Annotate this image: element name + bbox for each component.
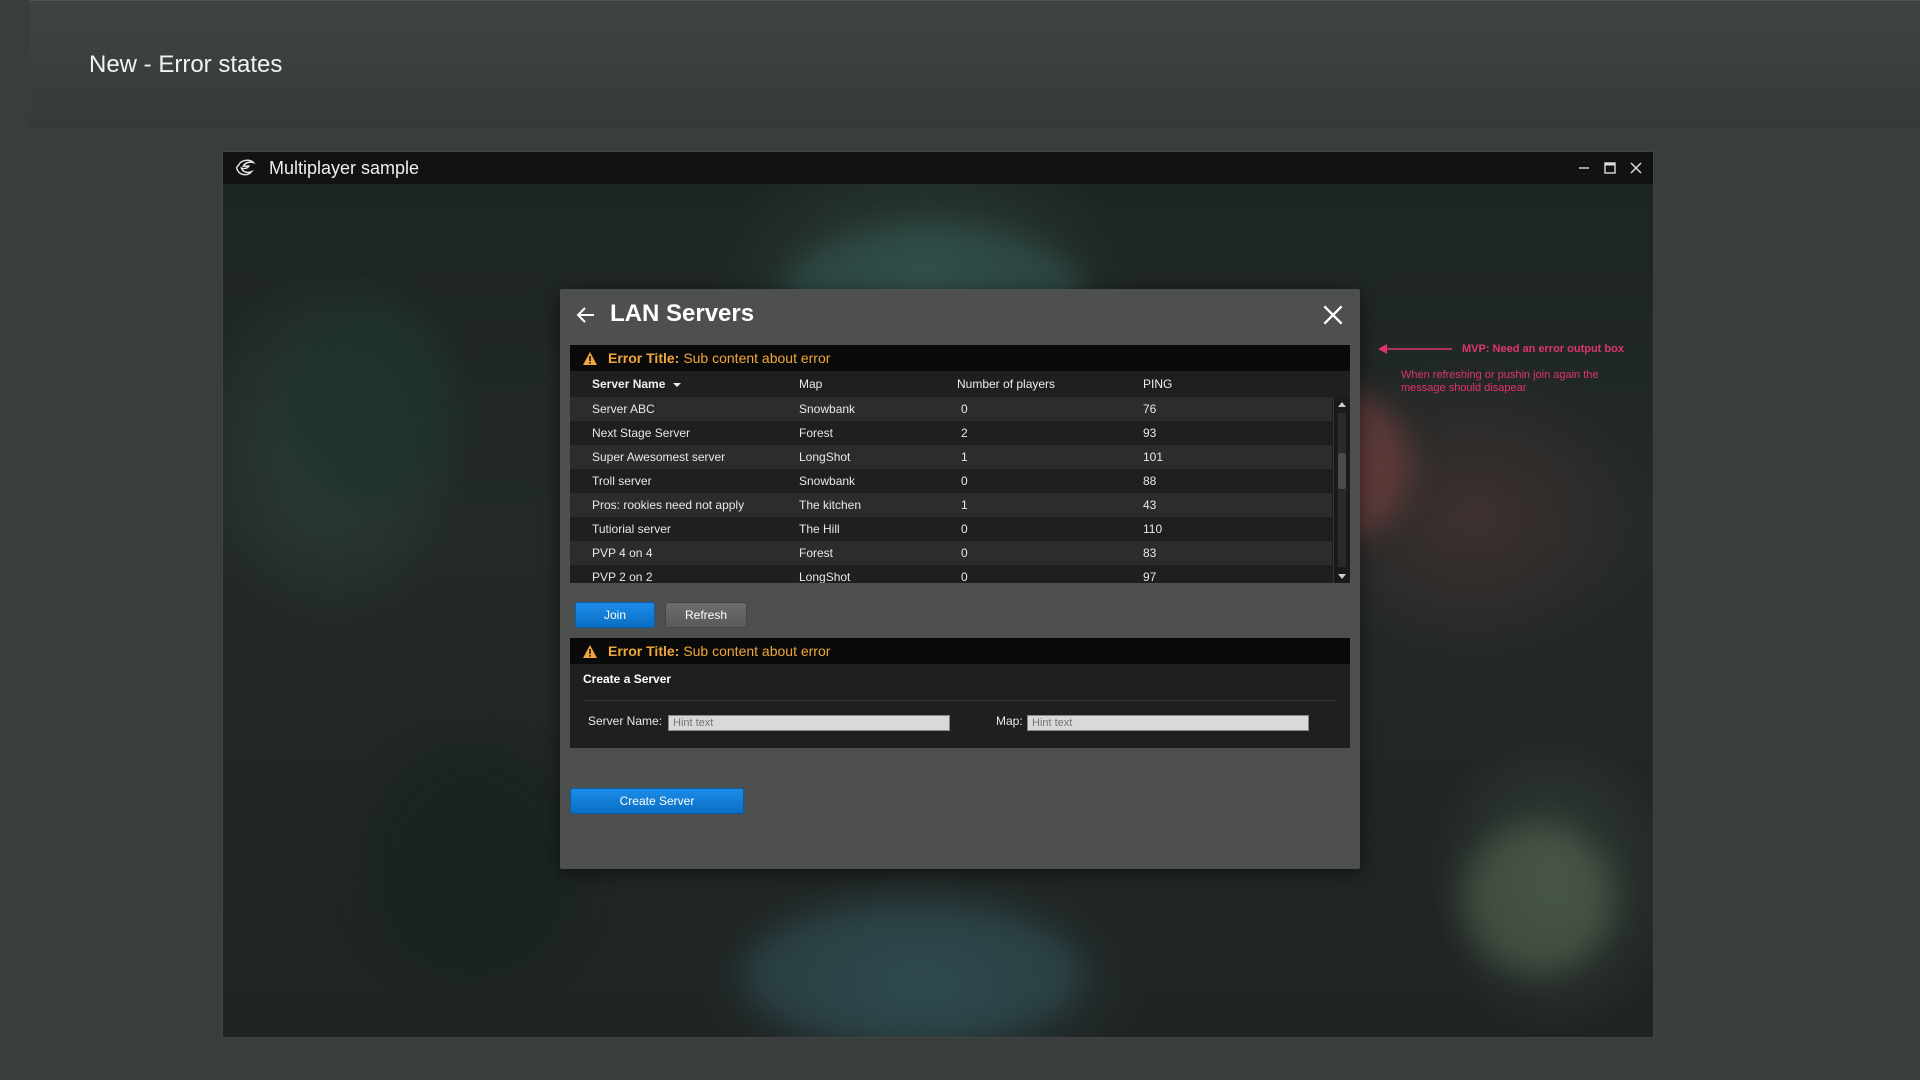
cell-server-name: Troll server xyxy=(592,474,652,488)
cell-players: 0 xyxy=(961,522,968,536)
table-row[interactable]: Super Awesomest server LongShot 1 101 xyxy=(570,445,1332,469)
cell-map: Forest xyxy=(799,546,834,560)
server-name-label: Server Name: xyxy=(588,714,663,728)
cell-players: 0 xyxy=(961,402,968,416)
server-list-error-box: Error Title: Sub content about error xyxy=(570,345,1350,373)
cell-players: 1 xyxy=(961,498,968,512)
cell-ping: 93 xyxy=(1143,426,1157,440)
background-plant xyxy=(1463,824,1613,974)
cell-map: The Hill xyxy=(799,522,840,536)
cell-map: LongShot xyxy=(799,570,851,583)
arrow-left-icon[interactable] xyxy=(574,303,598,327)
window-title: Multiplayer sample xyxy=(269,157,420,178)
column-header-players[interactable]: Number of players xyxy=(957,371,1055,397)
page-title: New - Error states xyxy=(89,51,283,78)
sort-down-icon xyxy=(672,383,681,387)
cell-map: LongShot xyxy=(799,450,851,464)
table-row[interactable]: Next Stage Server Forest 2 93 xyxy=(570,421,1332,445)
cell-server-name: Tutiorial server xyxy=(592,522,671,536)
cell-players: 0 xyxy=(961,570,968,583)
table-row[interactable]: Tutiorial server The Hill 0 110 xyxy=(570,517,1332,541)
error-message: Sub content about error xyxy=(683,643,831,659)
create-server-button[interactable]: Create Server xyxy=(570,788,744,814)
design-annotation: MVP: Need an error output box When refre… xyxy=(1378,340,1638,410)
server-name-input[interactable] xyxy=(668,715,950,731)
table-row[interactable]: Pros: rookies need not apply The kitchen… xyxy=(570,493,1332,517)
cell-ping: 83 xyxy=(1143,546,1157,560)
cell-ping: 43 xyxy=(1143,498,1157,512)
cell-players: 0 xyxy=(961,474,968,488)
join-button[interactable]: Join xyxy=(575,602,655,628)
cell-ping: 88 xyxy=(1143,474,1157,488)
map-input[interactable] xyxy=(1027,715,1309,731)
cell-ping: 97 xyxy=(1143,570,1157,583)
error-title: Error Title: xyxy=(608,350,680,366)
table-scrollbar[interactable] xyxy=(1333,397,1350,583)
dialog-title: LAN Servers xyxy=(610,300,755,327)
game-logo-icon xyxy=(236,159,256,176)
annotation-title: MVP: Need an error output box xyxy=(1462,343,1624,355)
cell-ping: 76 xyxy=(1143,402,1157,416)
dialog-header: LAN Servers xyxy=(560,289,1360,345)
create-server-error-box: Error Title: Sub content about error xyxy=(570,638,1350,666)
table-row[interactable]: Server ABC Snowbank 0 76 xyxy=(570,397,1332,421)
scroll-track[interactable] xyxy=(1338,413,1346,567)
warning-icon xyxy=(583,644,597,658)
table-row[interactable]: Troll server Snowbank 0 88 xyxy=(570,469,1332,493)
cell-map: Forest xyxy=(799,426,834,440)
cell-map: The kitchen xyxy=(799,498,862,512)
window-titlebar[interactable]: Multiplayer sample xyxy=(223,152,1653,184)
cell-server-name: Next Stage Server xyxy=(592,426,691,440)
cell-server-name: Pros: rookies need not apply xyxy=(592,498,745,512)
cell-players: 1 xyxy=(961,450,968,464)
top-header-bar: New - Error states xyxy=(30,0,1920,129)
column-header-server-name[interactable]: Server Name xyxy=(592,371,681,397)
column-header-map[interactable]: Map xyxy=(799,371,822,397)
cell-ping: 101 xyxy=(1143,450,1164,464)
error-title: Error Title: xyxy=(608,643,680,659)
create-server-heading: Create a Server xyxy=(583,672,672,686)
maximize-icon[interactable] xyxy=(1601,159,1619,177)
table-row[interactable]: PVP 2 on 2 LongShot 0 97 xyxy=(570,565,1332,583)
error-message: Sub content about error xyxy=(683,350,831,366)
cell-server-name: PVP 2 on 2 xyxy=(592,570,653,583)
cell-ping: 110 xyxy=(1143,522,1163,536)
lan-servers-dialog: LAN Servers Error Title: Sub content abo… xyxy=(560,289,1360,869)
table-row[interactable]: PVP 4 on 4 Forest 0 83 xyxy=(570,541,1332,565)
scroll-up-icon[interactable] xyxy=(1334,397,1350,411)
scroll-down-icon[interactable] xyxy=(1334,569,1350,583)
arrow-left-icon xyxy=(1378,344,1452,354)
close-icon[interactable] xyxy=(1320,302,1346,328)
divider xyxy=(583,700,1337,701)
cell-map: Snowbank xyxy=(799,474,856,488)
cell-server-name: Server ABC xyxy=(592,402,655,416)
background-tree xyxy=(363,744,583,984)
annotation-note: When refreshing or pushin join again the… xyxy=(1401,369,1599,394)
cell-players: 2 xyxy=(961,426,968,440)
scroll-thumb[interactable] xyxy=(1338,453,1346,489)
window-controls xyxy=(1575,152,1645,184)
background-foliage xyxy=(283,304,453,504)
create-server-panel: Create a Server Server Name: Map: xyxy=(570,664,1350,748)
column-header-ping[interactable]: PING xyxy=(1143,371,1172,397)
warning-icon xyxy=(583,351,597,365)
cell-server-name: Super Awesomest server xyxy=(592,450,726,464)
window-close-icon[interactable] xyxy=(1627,159,1645,177)
cell-map: Snowbank xyxy=(799,402,856,416)
cell-server-name: PVP 4 on 4 xyxy=(592,546,653,560)
cell-players: 0 xyxy=(961,546,968,560)
minimize-icon[interactable] xyxy=(1575,159,1593,177)
server-table: Server Name Map Number of players PING S… xyxy=(570,371,1350,583)
refresh-button[interactable]: Refresh xyxy=(665,602,747,628)
map-label: Map: xyxy=(996,714,1023,728)
column-header-label: Server Name xyxy=(592,377,666,391)
server-rows: Server ABC Snowbank 0 76 Next Stage Serv… xyxy=(570,397,1332,583)
background-water xyxy=(743,904,1083,1037)
